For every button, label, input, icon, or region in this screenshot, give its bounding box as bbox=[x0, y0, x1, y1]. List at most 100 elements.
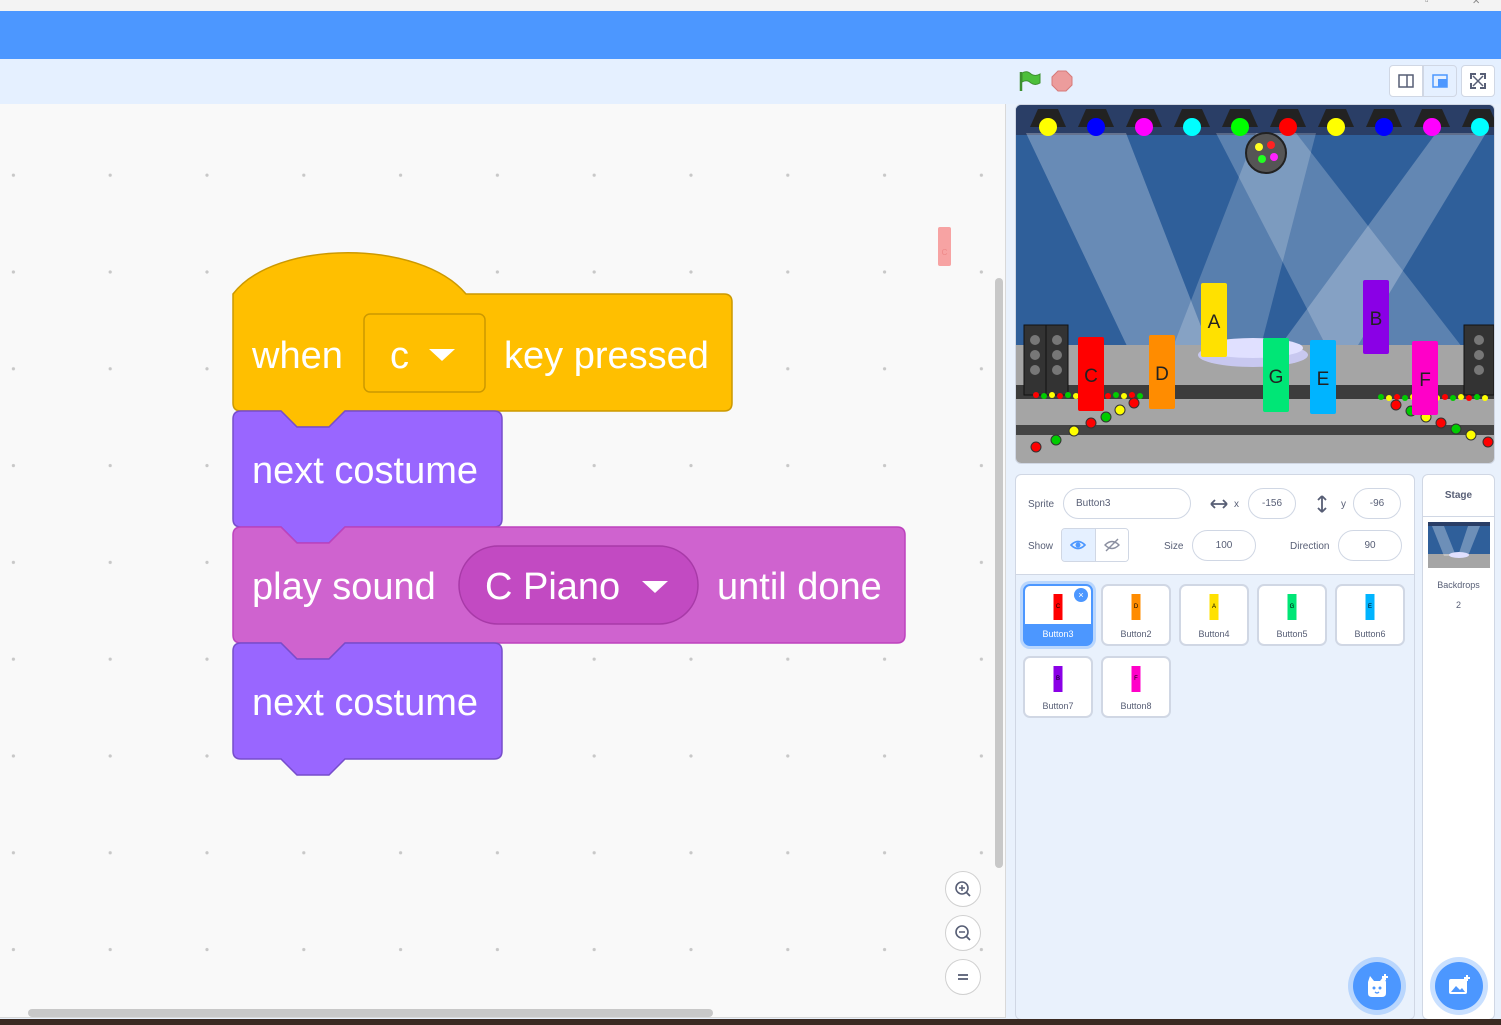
key-letter: E bbox=[1317, 369, 1330, 390]
scratch-editor: ▫ ✕ C when c key pressed next costume pl… bbox=[0, 0, 1501, 1025]
key-letter: B bbox=[1370, 309, 1383, 330]
disco-ball bbox=[1245, 132, 1287, 174]
tab-bar bbox=[0, 59, 1501, 104]
window-titlebar: ▫ ✕ bbox=[0, 0, 1501, 11]
key-letter: A bbox=[1208, 312, 1221, 333]
sprite-label: Sprite bbox=[1028, 499, 1055, 510]
bulb bbox=[1137, 393, 1143, 399]
bulb bbox=[1113, 392, 1119, 398]
restore-icon[interactable]: ▫ bbox=[1425, 0, 1429, 7]
direction-field[interactable]: 90 bbox=[1338, 530, 1402, 561]
size-field[interactable]: 100 bbox=[1192, 530, 1256, 561]
sprite-tile-button7[interactable]: B Button7 bbox=[1023, 656, 1093, 718]
normal-stage-icon bbox=[1432, 74, 1448, 88]
sprite-tile-button2[interactable]: D Button2 bbox=[1101, 584, 1171, 646]
workspace-vertical-scrollbar[interactable] bbox=[995, 278, 1003, 868]
bulb bbox=[1121, 393, 1127, 399]
bulb bbox=[1465, 429, 1477, 441]
sound-name: C Piano bbox=[485, 566, 620, 608]
backdrops-label: Backdrops bbox=[1437, 580, 1480, 590]
bulb bbox=[1049, 392, 1055, 398]
stage-key-a[interactable]: A bbox=[1201, 283, 1227, 357]
small-stage-icon bbox=[1398, 74, 1414, 88]
y-label: y bbox=[1341, 499, 1346, 510]
right-speaker bbox=[1463, 324, 1494, 396]
stage-key-g[interactable]: G bbox=[1263, 338, 1289, 412]
sprite-thumbnail: D bbox=[1131, 594, 1141, 620]
sprite-name: Button7 bbox=[1042, 701, 1074, 711]
bulb bbox=[1402, 395, 1408, 401]
zoom-reset-button[interactable] bbox=[945, 959, 981, 995]
play-sound-text: play sound bbox=[252, 566, 436, 608]
sprite-name: Button8 bbox=[1120, 701, 1152, 711]
sprite-thumbnail: E bbox=[1365, 594, 1375, 620]
sprite-tile-button6[interactable]: E Button6 bbox=[1335, 584, 1405, 646]
backdrop-thumbnail[interactable] bbox=[1428, 522, 1490, 568]
sprite-tile-button5[interactable]: G Button5 bbox=[1257, 584, 1327, 646]
sprite-tile-button3[interactable]: C Button3 × bbox=[1023, 584, 1093, 646]
sprite-thumbnail: C bbox=[1053, 594, 1063, 620]
delete-sprite-icon[interactable]: × bbox=[1074, 588, 1088, 602]
sprite-tile-button4[interactable]: A Button4 bbox=[1179, 584, 1249, 646]
code-workspace[interactable]: C when c key pressed next costume play s… bbox=[0, 104, 1006, 1018]
bulb bbox=[1068, 425, 1080, 437]
visibility-toggle bbox=[1061, 528, 1129, 562]
taskbar-edge bbox=[0, 1019, 1501, 1025]
y-position-field[interactable]: -96 bbox=[1353, 488, 1401, 519]
choose-backdrop-button[interactable] bbox=[1435, 962, 1483, 1010]
bulb bbox=[1033, 392, 1039, 398]
bulb bbox=[1065, 392, 1071, 398]
bulb bbox=[1482, 436, 1494, 448]
zoom-in-icon bbox=[955, 881, 971, 897]
stage-canvas[interactable]: C D A G E B F bbox=[1015, 104, 1495, 464]
key-dropdown[interactable] bbox=[363, 313, 486, 393]
bulb bbox=[1435, 417, 1447, 429]
until-done-text: until done bbox=[717, 566, 882, 608]
direction-label: Direction bbox=[1290, 541, 1330, 552]
stop-icon[interactable] bbox=[1051, 70, 1073, 92]
left-speaker bbox=[1023, 324, 1069, 396]
backdrops-count: 2 bbox=[1455, 600, 1461, 610]
workspace-horizontal-scrollbar[interactable] bbox=[28, 1009, 713, 1017]
cat-add-icon bbox=[1368, 974, 1388, 997]
key-letter: C bbox=[1084, 366, 1098, 387]
normal-stage-button[interactable] bbox=[1423, 65, 1457, 97]
bulb bbox=[1474, 394, 1480, 400]
key-letter: D bbox=[1155, 364, 1169, 385]
key-value: c bbox=[390, 335, 409, 377]
size-label: Size bbox=[1164, 541, 1184, 552]
stage-target-pane[interactable]: Stage Backdrops 2 bbox=[1422, 474, 1495, 1020]
sprite-name: Button6 bbox=[1354, 629, 1386, 639]
stage-key-c[interactable]: C bbox=[1078, 337, 1104, 411]
stage-key-b[interactable]: B bbox=[1363, 280, 1389, 354]
sprite-thumbnail: F bbox=[1131, 666, 1141, 692]
bulb bbox=[1390, 399, 1402, 411]
stage-key-e[interactable]: E bbox=[1310, 340, 1336, 414]
sprite-thumbnail: G bbox=[1287, 594, 1297, 620]
script-stack[interactable]: when c key pressed next costume play sou… bbox=[0, 104, 1006, 1018]
zoom-out-button[interactable] bbox=[945, 915, 981, 951]
stage-key-d[interactable]: D bbox=[1149, 335, 1175, 409]
stage-key-f[interactable]: F bbox=[1412, 341, 1438, 415]
show-sprite-button[interactable] bbox=[1062, 529, 1095, 561]
backdrop-add-icon bbox=[1449, 975, 1470, 994]
green-flag-icon[interactable] bbox=[1018, 70, 1042, 92]
bulb bbox=[1378, 394, 1384, 400]
x-position-field[interactable]: -156 bbox=[1248, 488, 1296, 519]
hide-sprite-button[interactable] bbox=[1094, 529, 1128, 561]
sprite-thumbnail: B bbox=[1053, 666, 1063, 692]
stage-title: Stage bbox=[1423, 475, 1494, 517]
fullscreen-button[interactable] bbox=[1461, 65, 1495, 97]
bulb bbox=[1394, 394, 1400, 400]
sprite-name-field[interactable]: Button3 bbox=[1063, 488, 1191, 519]
bulb bbox=[1458, 394, 1464, 400]
small-stage-button[interactable] bbox=[1389, 65, 1423, 97]
eye-icon bbox=[1070, 540, 1087, 550]
sprite-tile-button8[interactable]: F Button8 bbox=[1101, 656, 1171, 718]
choose-sprite-button[interactable] bbox=[1353, 962, 1401, 1010]
next-costume-text-2: next costume bbox=[252, 682, 478, 724]
show-label: Show bbox=[1028, 541, 1054, 552]
zoom-in-button[interactable] bbox=[945, 871, 981, 907]
bulb bbox=[1041, 393, 1047, 399]
close-window-icon[interactable]: ✕ bbox=[1472, 0, 1480, 7]
